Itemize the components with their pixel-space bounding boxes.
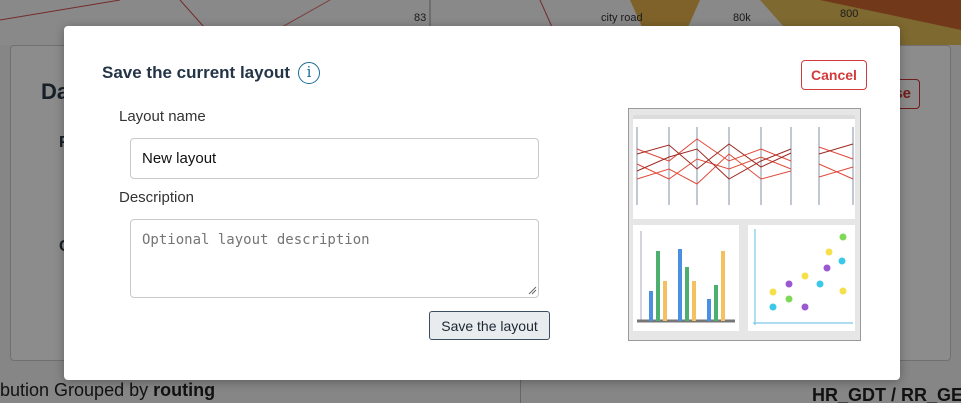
save-layout-dialog: Save the current layout i Cancel Layout … (64, 26, 900, 380)
cancel-button[interactable]: Cancel (801, 60, 867, 90)
resize-handle-icon[interactable] (527, 285, 537, 295)
description-textarea[interactable] (130, 219, 539, 298)
dialog-header: Save the current layout i (102, 62, 321, 84)
description-label: Description (119, 189, 195, 206)
layout-preview-image (633, 115, 855, 331)
dialog-title: Save the current layout (102, 63, 291, 82)
layout-name-label: Layout name (119, 108, 206, 125)
layout-preview-thumbnail (628, 108, 861, 341)
save-layout-button[interactable]: Save the layout (429, 311, 550, 340)
info-icon[interactable]: i (298, 62, 321, 84)
layout-name-input[interactable] (130, 138, 539, 179)
